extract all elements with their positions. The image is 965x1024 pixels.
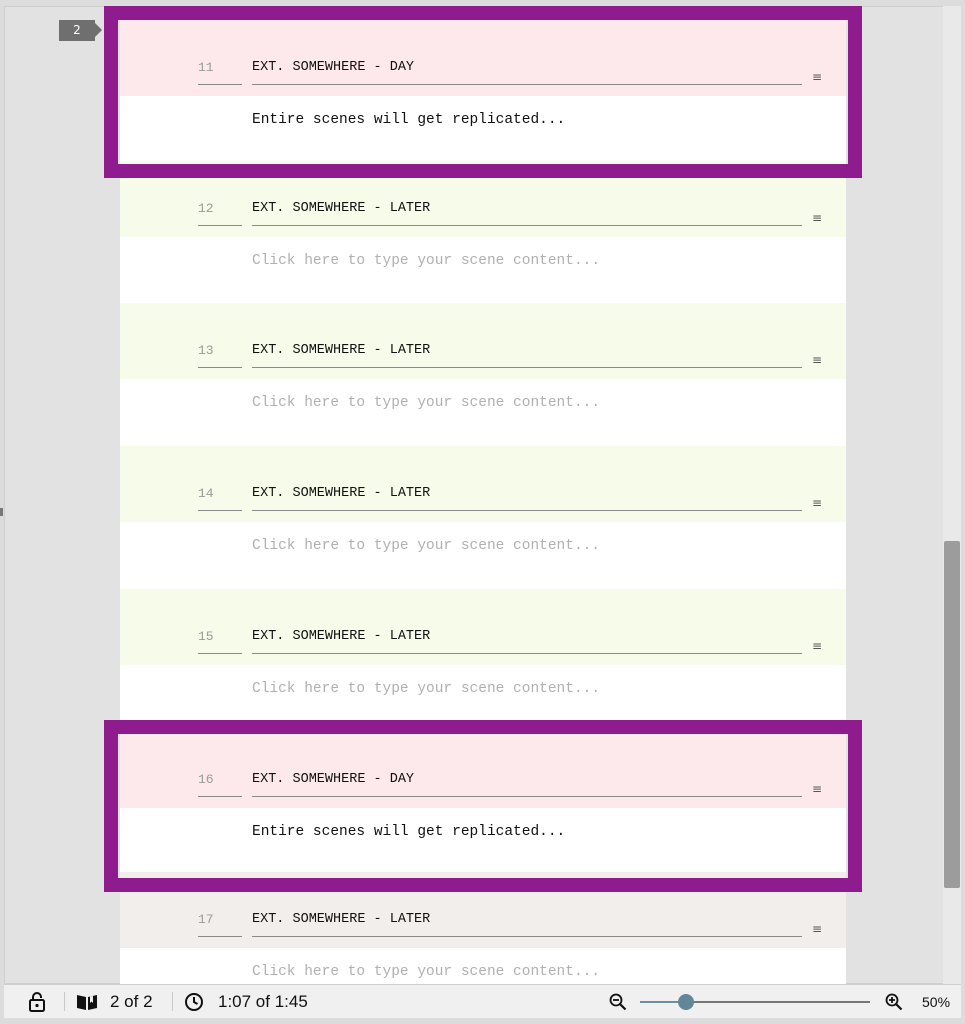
scene-content-placeholder[interactable]: Click here to type your scene content... bbox=[252, 538, 812, 554]
scene-number[interactable]: 12 bbox=[198, 201, 242, 226]
divider bbox=[172, 992, 173, 1011]
scene-header[interactable]: 15 EXT. SOMEWHERE - LATER ≡ bbox=[120, 589, 846, 665]
page-number-badge: 2 bbox=[59, 20, 102, 41]
hamburger-icon[interactable]: ≡ bbox=[810, 496, 824, 510]
scene-header[interactable]: 14 EXT. SOMEWHERE - LATER ≡ bbox=[120, 446, 846, 522]
scene-number[interactable]: 15 bbox=[198, 629, 242, 654]
scene-heading[interactable]: EXT. SOMEWHERE - LATER bbox=[252, 629, 802, 654]
scene-heading[interactable]: EXT. SOMEWHERE - LATER bbox=[252, 343, 802, 368]
scene-number[interactable]: 17 bbox=[198, 912, 242, 937]
zoom-level: 50% bbox=[922, 993, 951, 1010]
scrollbar-thumb[interactable] bbox=[944, 541, 960, 888]
highlight-box bbox=[104, 6, 862, 178]
scene-content-placeholder[interactable]: Click here to type your scene content... bbox=[252, 964, 812, 980]
hamburger-icon[interactable]: ≡ bbox=[810, 211, 824, 225]
scene-content-placeholder[interactable]: Click here to type your scene content... bbox=[252, 253, 812, 269]
zoom-out-icon[interactable] bbox=[609, 985, 627, 1018]
page-count: 2 of 2 bbox=[110, 991, 153, 1011]
hamburger-icon[interactable]: ≡ bbox=[810, 922, 824, 936]
zoom-slider-thumb[interactable] bbox=[678, 994, 694, 1010]
clock-icon bbox=[184, 985, 204, 1018]
scene-body[interactable]: Click here to type your scene content... bbox=[120, 522, 846, 588]
highlight-box bbox=[104, 720, 862, 892]
runtime-readout: 1:07 of 1:45 bbox=[218, 991, 308, 1011]
lock-icon[interactable] bbox=[28, 985, 46, 1018]
scene-heading[interactable]: EXT. SOMEWHERE - LATER bbox=[252, 912, 802, 937]
zoom-slider[interactable] bbox=[640, 994, 870, 1010]
scene-heading[interactable]: EXT. SOMEWHERE - LATER bbox=[252, 201, 802, 226]
scene-heading[interactable]: EXT. SOMEWHERE - LATER bbox=[252, 486, 802, 511]
divider bbox=[64, 992, 65, 1011]
hamburger-icon[interactable]: ≡ bbox=[810, 639, 824, 653]
zoom-in-icon[interactable] bbox=[885, 985, 903, 1018]
scene-body[interactable]: Click here to type your scene content... bbox=[120, 237, 846, 303]
scene-body[interactable]: Click here to type your scene content... bbox=[120, 379, 846, 445]
scene-content-placeholder[interactable]: Click here to type your scene content... bbox=[252, 395, 812, 411]
book-icon bbox=[76, 985, 98, 1018]
scene-number[interactable]: 14 bbox=[198, 486, 242, 511]
scene-number[interactable]: 13 bbox=[198, 343, 242, 368]
scene-content-placeholder[interactable]: Click here to type your scene content... bbox=[252, 681, 812, 697]
scene-header[interactable]: 13 EXT. SOMEWHERE - LATER ≡ bbox=[120, 303, 846, 379]
hamburger-icon[interactable]: ≡ bbox=[810, 353, 824, 367]
scene-body[interactable]: Click here to type your scene content... bbox=[120, 948, 846, 984]
left-edge-marker bbox=[0, 508, 3, 516]
status-bar: 2 of 2 1:07 of 1:45 50% bbox=[4, 984, 961, 1018]
